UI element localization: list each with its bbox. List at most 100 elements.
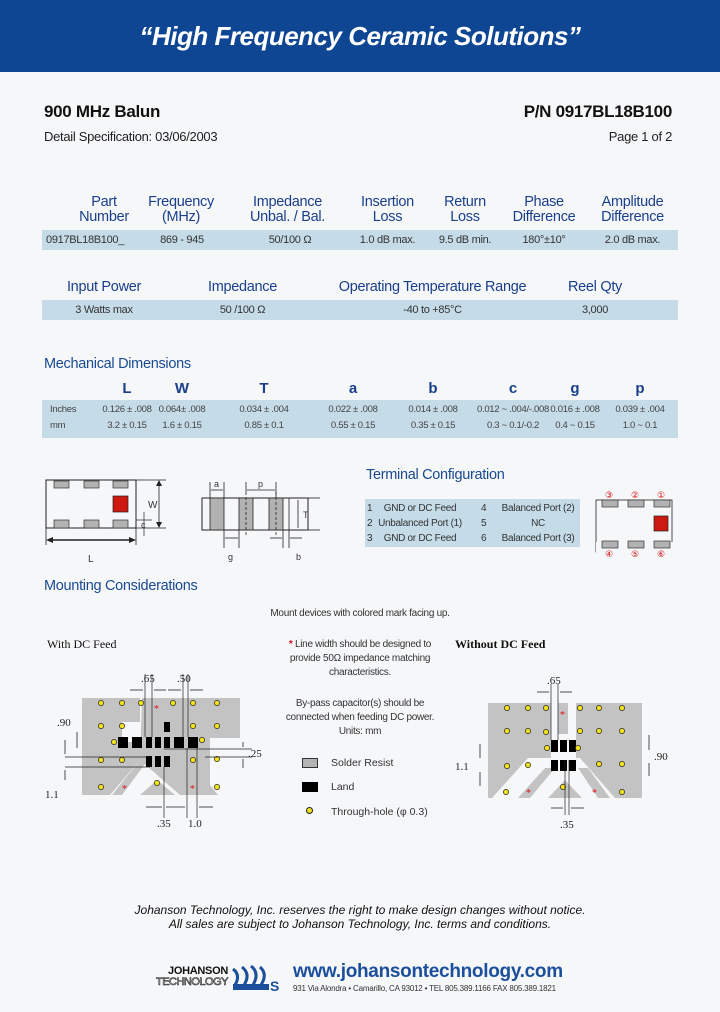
dim-col-T: T (259, 380, 269, 397)
label-L: L (88, 554, 94, 565)
dim-value-b-mm: 0.35 ± 0.15 (410, 420, 456, 431)
land-swatch (302, 782, 318, 792)
cell-reel-qty: 3,000 (581, 304, 609, 316)
th-temperature-range: Operating Temperature Range (338, 279, 527, 295)
dim-col-a: a (348, 380, 358, 397)
mounting-considerations-title: Mounting Considerations (44, 578, 198, 594)
dim-065-b: .65 (547, 675, 561, 687)
pin-label-3: ③ (605, 491, 613, 501)
dimension-drawing: W c L a p T g b (45, 479, 320, 565)
through-hole-icon (111, 739, 117, 745)
dim-035-b: .35 (560, 819, 574, 831)
through-hole-icon (119, 700, 125, 706)
dim-025: .25 (248, 748, 262, 760)
through-hole-icon (119, 723, 125, 729)
terminal-l1-row-3: GND or DC Feed (383, 533, 457, 544)
terminal-table: 1 GND or DC Feed 4 Balanced Port (2) 2 Unbala… (365, 499, 580, 547)
through-hole-icon (577, 705, 583, 711)
dim-090: .90 (57, 717, 71, 729)
ship-logo-icon: S (232, 964, 279, 993)
through-hole-icon (525, 762, 531, 768)
dim-value-a-mm: 0.55 ± 0.15 (330, 420, 376, 431)
cell-input-power: 3 Watts max (75, 304, 133, 316)
cell-phase-difference: 180°±10° (522, 234, 566, 246)
label-W: W (148, 500, 158, 511)
spec-row: 0917BL18B100_ 869 - 945 50/100 Ω 1.0 dB … (42, 230, 678, 250)
through-hole-icon (596, 728, 602, 734)
through-hole-icon (138, 700, 144, 706)
power-row: 3 Watts max 50 /100 Ω -40 to +85°C 3,000 (42, 300, 678, 320)
th-input-power: Input Power (66, 279, 142, 295)
through-hole-icon (525, 728, 531, 734)
terminal-l2-row-3: Balanced Port (3) (501, 533, 575, 544)
without-dc-feed-title: Without DC Feed (455, 637, 546, 651)
dim-050: .50 (177, 673, 191, 685)
dim-col-p: p (635, 380, 645, 397)
through-hole-icon (503, 789, 509, 795)
with-dc-feed-layout: * * * .65 .50 .90 1.1 .25 .35 1.0 (45, 673, 262, 830)
dim-col-W: W (174, 380, 190, 397)
th-impedance-2: Impedance (207, 279, 278, 295)
pin-label-2: ② (631, 491, 639, 501)
dim-value-T-mm: 0.85 ± 0.1 (244, 420, 284, 431)
dim-065: .65 (141, 673, 155, 685)
johanson-logo: JOHANSON TECHNOLOGY (155, 965, 229, 988)
product-title: 900 MHz Balun (44, 102, 161, 121)
side-view-drawing: a p T g b (201, 479, 320, 562)
terminal-n2-row-1: 4 (481, 503, 487, 514)
dim-value-a-inches: 0.022 ± .008 (328, 404, 378, 415)
terminal-l1-row-1: GND or DC Feed (383, 503, 457, 514)
svg-text:*: * (560, 710, 565, 721)
through-hole-icon (190, 700, 196, 706)
dim-035: .35 (157, 818, 171, 830)
pin-label-5: ⑤ (631, 550, 639, 558)
terminal-l2-row-2: NC (531, 518, 545, 529)
through-hole-icon (214, 700, 220, 706)
svg-text:*: * (526, 788, 531, 799)
line-width-note: * Line width should be designed to provi… (288, 639, 432, 678)
dim-11: 1.1 (45, 789, 59, 801)
dim-col-b: b (428, 380, 438, 397)
through-hole-icon (525, 705, 531, 711)
disclaimer-line-2: All sales are subject to Johanson Techno… (168, 917, 552, 931)
terminal-l1-row-2: Unbalanced Port (1) (378, 518, 462, 529)
mechanical-dimensions-title: Mechanical Dimensions (44, 356, 191, 372)
through-hole-icon (504, 705, 510, 711)
label-c: c (141, 520, 146, 530)
through-hole-icon (544, 745, 550, 751)
terminal-n2-row-3: 6 (481, 533, 487, 544)
dim-value-W-mm: 1.6 ± 0.15 (162, 420, 202, 431)
dim-value-p-inches: 0.039 ± .004 (615, 404, 665, 415)
label-g: g (228, 552, 233, 562)
through-hole-icon (306, 807, 313, 814)
unit-mm: mm (50, 420, 66, 431)
solder-resist-swatch (302, 758, 318, 768)
website-link[interactable]: www.johansontechnology.com (293, 961, 563, 983)
cell-impedance: 50/100 Ω (268, 234, 312, 246)
dim-value-W-inches: 0.064± .008 (158, 404, 206, 415)
th-amplitude-difference: Amplitude Difference (601, 194, 664, 225)
through-hole-icon (214, 784, 220, 790)
through-hole-icon (119, 757, 125, 763)
label-p: p (258, 479, 263, 489)
pin-label-4: ④ (605, 550, 613, 558)
banner-title: “High Frequency Ceramic Solutions” (139, 21, 581, 51)
through-hole-icon (543, 729, 549, 735)
th-frequency: Frequency (MHz) (148, 194, 214, 225)
through-hole-icon (170, 700, 176, 706)
through-hole-icon (190, 723, 196, 729)
through-hole-icon (619, 705, 625, 711)
label-a: a (214, 479, 219, 489)
cell-return-loss: 9.5 dB min. (438, 234, 492, 246)
through-hole-icon (98, 757, 104, 763)
svg-text:*: * (592, 788, 597, 799)
svg-text:*: * (154, 704, 159, 715)
company-address: 931 Via Alondra • Camarillo, CA 93012 • … (293, 984, 556, 993)
cell-frequency: 869 - 945 (160, 234, 204, 246)
through-hole-icon (199, 737, 205, 743)
dim-value-p-mm: 1.0 ~ 0.1 (622, 420, 658, 431)
dim-090-b: .90 (654, 751, 668, 763)
through-hole-icon (214, 723, 220, 729)
orientation-mark (112, 495, 129, 513)
terminal-n2-row-2: 5 (481, 518, 487, 529)
